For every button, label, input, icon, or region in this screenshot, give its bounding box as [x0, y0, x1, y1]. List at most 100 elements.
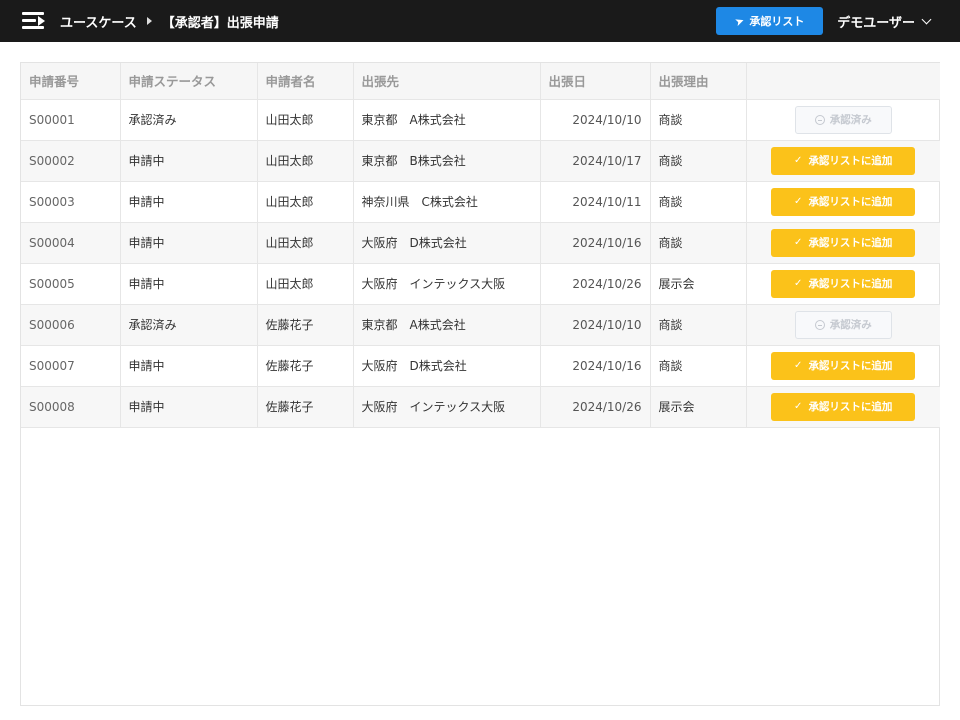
cell-applicant: 山田太郎 [257, 181, 354, 223]
approved-button: 承認済み [794, 105, 892, 134]
add-to-approval-list-button[interactable]: ✓ 承認リストに追加 [771, 187, 916, 216]
table-row[interactable]: S00003 申請中 山田太郎 神奈川県 C株式会社 2024/10/11 商談 ✓ 承認リス… [21, 181, 940, 223]
cell-date: 2024/10/16 [540, 345, 651, 387]
cell-applicant: 山田太郎 [257, 222, 354, 264]
cell-id: S00001 [21, 99, 121, 141]
table-row[interactable]: S00001 承認済み 山田太郎 東京都 A株式会社 2024/10/10 商談 承認済み [21, 99, 940, 141]
column-header-date[interactable]: 出張日 [540, 63, 651, 100]
table-header-row: 申請番号 申請ステータス 申請者名 出張先 出張日 出張理由 [21, 63, 940, 100]
cell-action: ✓ 承認リストに追加 [746, 386, 940, 428]
user-name: デモユーザー [837, 15, 915, 31]
column-header-id[interactable]: 申請番号 [21, 63, 121, 100]
add-to-approval-list-label: 承認リストに追加 [808, 237, 893, 249]
cell-status: 承認済み [120, 99, 258, 141]
table-row[interactable]: S00007 申請中 佐藤花子 大阪府 D株式会社 2024/10/16 商談 ✓ 承認リスト… [21, 345, 940, 387]
cell-status: 申請中 [120, 386, 258, 428]
cell-id: S00003 [21, 181, 121, 223]
cell-date: 2024/10/11 [540, 181, 651, 223]
column-header-reason[interactable]: 出張理由 [650, 63, 747, 100]
column-header-status[interactable]: 申請ステータス [120, 63, 258, 100]
cell-action: ✓ 承認リストに追加 [746, 181, 940, 223]
cell-reason: 商談 [650, 345, 747, 387]
cell-date: 2024/10/16 [540, 222, 651, 264]
cell-action: ✓ 承認リストに追加 [746, 140, 940, 182]
add-to-approval-list-label: 承認リストに追加 [808, 155, 893, 167]
cell-id: S00004 [21, 222, 121, 264]
check-icon: ✓ [794, 359, 803, 371]
chevron-down-icon [921, 14, 932, 24]
send-icon: ➤ [733, 13, 747, 29]
request-table: 申請番号 申請ステータス 申請者名 出張先 出張日 出張理由 S00001 承認済… [21, 63, 940, 428]
check-icon: ✓ [794, 400, 803, 412]
cell-id: S00007 [21, 345, 121, 387]
minus-circle-icon [814, 114, 825, 125]
cell-applicant: 佐藤花子 [257, 304, 354, 346]
check-icon: ✓ [794, 236, 803, 248]
approved-button: 承認済み [794, 310, 892, 339]
table-row[interactable]: S00004 申請中 山田太郎 大阪府 D株式会社 2024/10/16 商談 ✓ 承認リスト… [21, 222, 940, 264]
cell-destination: 東京都 B株式会社 [353, 140, 541, 182]
user-menu[interactable]: デモユーザー [837, 12, 932, 31]
add-to-approval-list-button[interactable]: ✓ 承認リストに追加 [771, 146, 916, 175]
check-icon: ✓ [794, 195, 803, 207]
cell-reason: 商談 [650, 222, 747, 264]
menu-logo-icon[interactable] [22, 10, 48, 32]
approve-list-label: 承認リスト [749, 15, 805, 28]
add-to-approval-list-button[interactable]: ✓ 承認リストに追加 [771, 228, 916, 257]
column-header-applicant[interactable]: 申請者名 [257, 63, 354, 100]
cell-reason: 商談 [650, 181, 747, 223]
add-to-approval-list-label: 承認リストに追加 [808, 196, 893, 208]
cell-destination: 大阪府 インテックス大阪 [353, 386, 541, 428]
approved-label: 承認済み [829, 319, 872, 331]
cell-reason: 展示会 [650, 263, 747, 305]
cell-applicant: 山田太郎 [257, 263, 354, 305]
table-row[interactable]: S00008 申請中 佐藤花子 大阪府 インテックス大阪 2024/10/26 展示会 ✓ 承… [21, 386, 940, 428]
add-to-approval-list-label: 承認リストに追加 [808, 360, 893, 372]
cell-id: S00005 [21, 263, 121, 305]
cell-status: 申請中 [120, 140, 258, 182]
column-header-destination[interactable]: 出張先 [353, 63, 541, 100]
table-row[interactable]: S00002 申請中 山田太郎 東京都 B株式会社 2024/10/17 商談 ✓ 承認リスト… [21, 140, 940, 182]
cell-reason: 商談 [650, 99, 747, 141]
add-to-approval-list-label: 承認リストに追加 [808, 278, 893, 290]
approve-list-button[interactable]: ➤ 承認リスト [716, 7, 824, 35]
cell-action: 承認済み [746, 304, 940, 346]
check-icon: ✓ [794, 154, 803, 166]
cell-status: 申請中 [120, 345, 258, 387]
cell-date: 2024/10/10 [540, 99, 651, 141]
add-to-approval-list-button[interactable]: ✓ 承認リストに追加 [771, 351, 916, 380]
add-to-approval-list-label: 承認リストに追加 [808, 401, 893, 413]
cell-date: 2024/10/26 [540, 386, 651, 428]
cell-destination: 東京都 A株式会社 [353, 304, 541, 346]
cell-reason: 展示会 [650, 386, 747, 428]
top-bar: ユースケース 【承認者】出張申請 ➤ 承認リスト デモユーザー [0, 0, 960, 42]
cell-destination: 東京都 A株式会社 [353, 99, 541, 141]
cell-applicant: 山田太郎 [257, 99, 354, 141]
cell-date: 2024/10/26 [540, 263, 651, 305]
cell-destination: 大阪府 D株式会社 [353, 222, 541, 264]
cell-destination: 大阪府 インテックス大阪 [353, 263, 541, 305]
cell-reason: 商談 [650, 304, 747, 346]
cell-action: ✓ 承認リストに追加 [746, 222, 940, 264]
cell-status: 申請中 [120, 263, 258, 305]
cell-destination: 大阪府 D株式会社 [353, 345, 541, 387]
cell-destination: 神奈川県 C株式会社 [353, 181, 541, 223]
table-row[interactable]: S00006 承認済み 佐藤花子 東京都 A株式会社 2024/10/10 商談 承認済み [21, 304, 940, 346]
add-to-approval-list-button[interactable]: ✓ 承認リストに追加 [771, 392, 916, 421]
check-icon: ✓ [794, 277, 803, 289]
breadcrumb-chevron-right-icon [146, 17, 152, 25]
cell-id: S00002 [21, 140, 121, 182]
cell-reason: 商談 [650, 140, 747, 182]
table-row[interactable]: S00005 申請中 山田太郎 大阪府 インテックス大阪 2024/10/26 展示会 ✓ 承… [21, 263, 940, 305]
cell-action: ✓ 承認リストに追加 [746, 263, 940, 305]
cell-applicant: 佐藤花子 [257, 345, 354, 387]
cell-status: 申請中 [120, 181, 258, 223]
add-to-approval-list-button[interactable]: ✓ 承認リストに追加 [771, 269, 916, 298]
cell-id: S00006 [21, 304, 121, 346]
cell-action: 承認済み [746, 99, 940, 141]
request-table-panel: 申請番号 申請ステータス 申請者名 出張先 出張日 出張理由 S00001 承認済… [20, 62, 940, 706]
breadcrumb-current: 【承認者】出張申請 [161, 15, 279, 31]
cell-date: 2024/10/10 [540, 304, 651, 346]
breadcrumb-usecase[interactable]: ユースケース [60, 12, 137, 31]
cell-applicant: 山田太郎 [257, 140, 354, 182]
